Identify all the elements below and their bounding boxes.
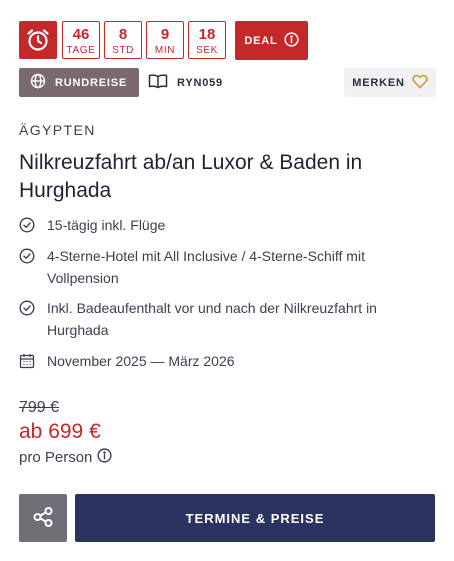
countdown-value: 46: [72, 26, 90, 43]
countdown-seconds: 18 SEK: [188, 21, 226, 59]
feature-item: 4-Sterne-Hotel mit All Inclusive / 4-Ste…: [19, 245, 419, 289]
countdown-unit: STD: [112, 45, 134, 56]
share-icon: [32, 506, 54, 531]
countdown-hours: 8 STD: [104, 21, 142, 59]
travel-period: November 2025 — März 2026: [19, 350, 419, 372]
check-circle-icon: [19, 297, 37, 319]
calendar-icon: [19, 350, 37, 372]
feature-item: Inkl. Badeaufenthalt vor und nach der Ni…: [19, 297, 419, 341]
countdown-value: 8: [118, 26, 128, 43]
trip-type-tag: RUNDREISE: [19, 68, 139, 97]
feature-item: 15-tägig inkl. Flüge: [19, 214, 419, 236]
check-circle-icon: [19, 245, 37, 267]
alarm-clock-icon: [19, 21, 57, 59]
save-label: MERKEN: [352, 76, 405, 89]
feature-text: 15-tägig inkl. Flüge: [47, 217, 166, 233]
dates-prices-button[interactable]: TERMINE & PREISE: [75, 494, 435, 542]
save-button[interactable]: MERKEN: [344, 68, 436, 97]
current-price: ab 699 €: [19, 420, 101, 443]
destination-country: ÄGYPTEN: [19, 122, 96, 138]
trip-type-label: RUNDREISE: [55, 76, 127, 89]
feature-text: 4-Sterne-Hotel mit All Inclusive / 4-Ste…: [47, 248, 365, 286]
countdown-minutes: 9 MIN: [146, 21, 184, 59]
info-icon: [283, 31, 299, 50]
price-per-label: pro Person: [19, 449, 93, 466]
check-circle-icon: [19, 214, 37, 236]
book-icon: [148, 73, 168, 92]
countdown-unit: TAGE: [66, 45, 96, 56]
globe-icon: [30, 73, 46, 92]
old-price: 799 €: [19, 399, 60, 416]
countdown-days: 46 TAGE: [62, 21, 100, 59]
price-per-person: pro Person: [19, 448, 112, 467]
heart-icon: [412, 74, 428, 92]
countdown-value: 18: [198, 26, 216, 43]
travel-period-text: November 2025 — März 2026: [47, 353, 235, 369]
countdown-unit: SEK: [196, 45, 218, 56]
feature-text: Inkl. Badeaufenthalt vor und nach der Ni…: [47, 300, 377, 338]
info-icon[interactable]: [97, 448, 112, 467]
trip-title[interactable]: Nilkreuzfahrt ab/an Luxor & Baden in Hur…: [19, 149, 429, 205]
share-button[interactable]: [19, 494, 67, 542]
deal-badge[interactable]: DEAL: [235, 21, 308, 60]
trip-code: RYN059: [148, 73, 223, 92]
countdown-unit: MIN: [154, 45, 176, 56]
countdown-value: 9: [160, 26, 170, 43]
trip-code-label: RYN059: [177, 76, 223, 89]
deal-label: DEAL: [244, 34, 278, 47]
